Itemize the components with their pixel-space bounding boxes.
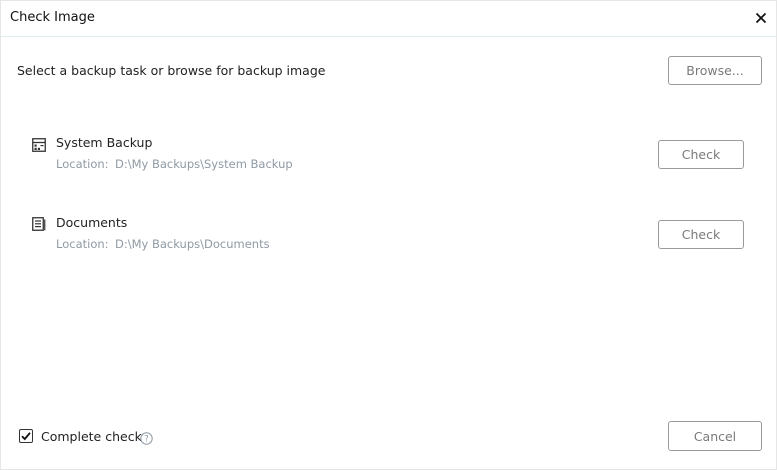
cancel-button[interactable]: Cancel (668, 421, 762, 451)
check-image-dialog: Check Image Select a backup task or brow… (0, 0, 777, 470)
document-icon (32, 216, 46, 231)
system-backup-icon (32, 137, 46, 152)
location-label: Location: (56, 237, 109, 251)
close-icon[interactable] (753, 10, 769, 26)
title-bar: Check Image (1, 1, 776, 37)
dialog-title: Check Image (10, 10, 95, 25)
help-icon[interactable]: ? (140, 430, 153, 445)
check-button-system-backup[interactable]: Check (658, 140, 744, 169)
task-name: Documents (56, 215, 128, 230)
instruction-text: Select a backup task or browse for backu… (17, 63, 326, 78)
browse-button[interactable]: Browse... (668, 56, 762, 85)
check-button-documents[interactable]: Check (658, 220, 744, 249)
location-path: D:\My Backups\System Backup (115, 157, 293, 171)
complete-check-checkbox[interactable] (19, 429, 33, 443)
location-label: Location: (56, 157, 109, 171)
location-path: D:\My Backups\Documents (115, 237, 270, 251)
task-name: System Backup (56, 135, 153, 150)
checkmark-icon (21, 432, 31, 441)
svg-text:?: ? (144, 434, 149, 444)
complete-check-label[interactable]: Complete check (41, 429, 142, 444)
